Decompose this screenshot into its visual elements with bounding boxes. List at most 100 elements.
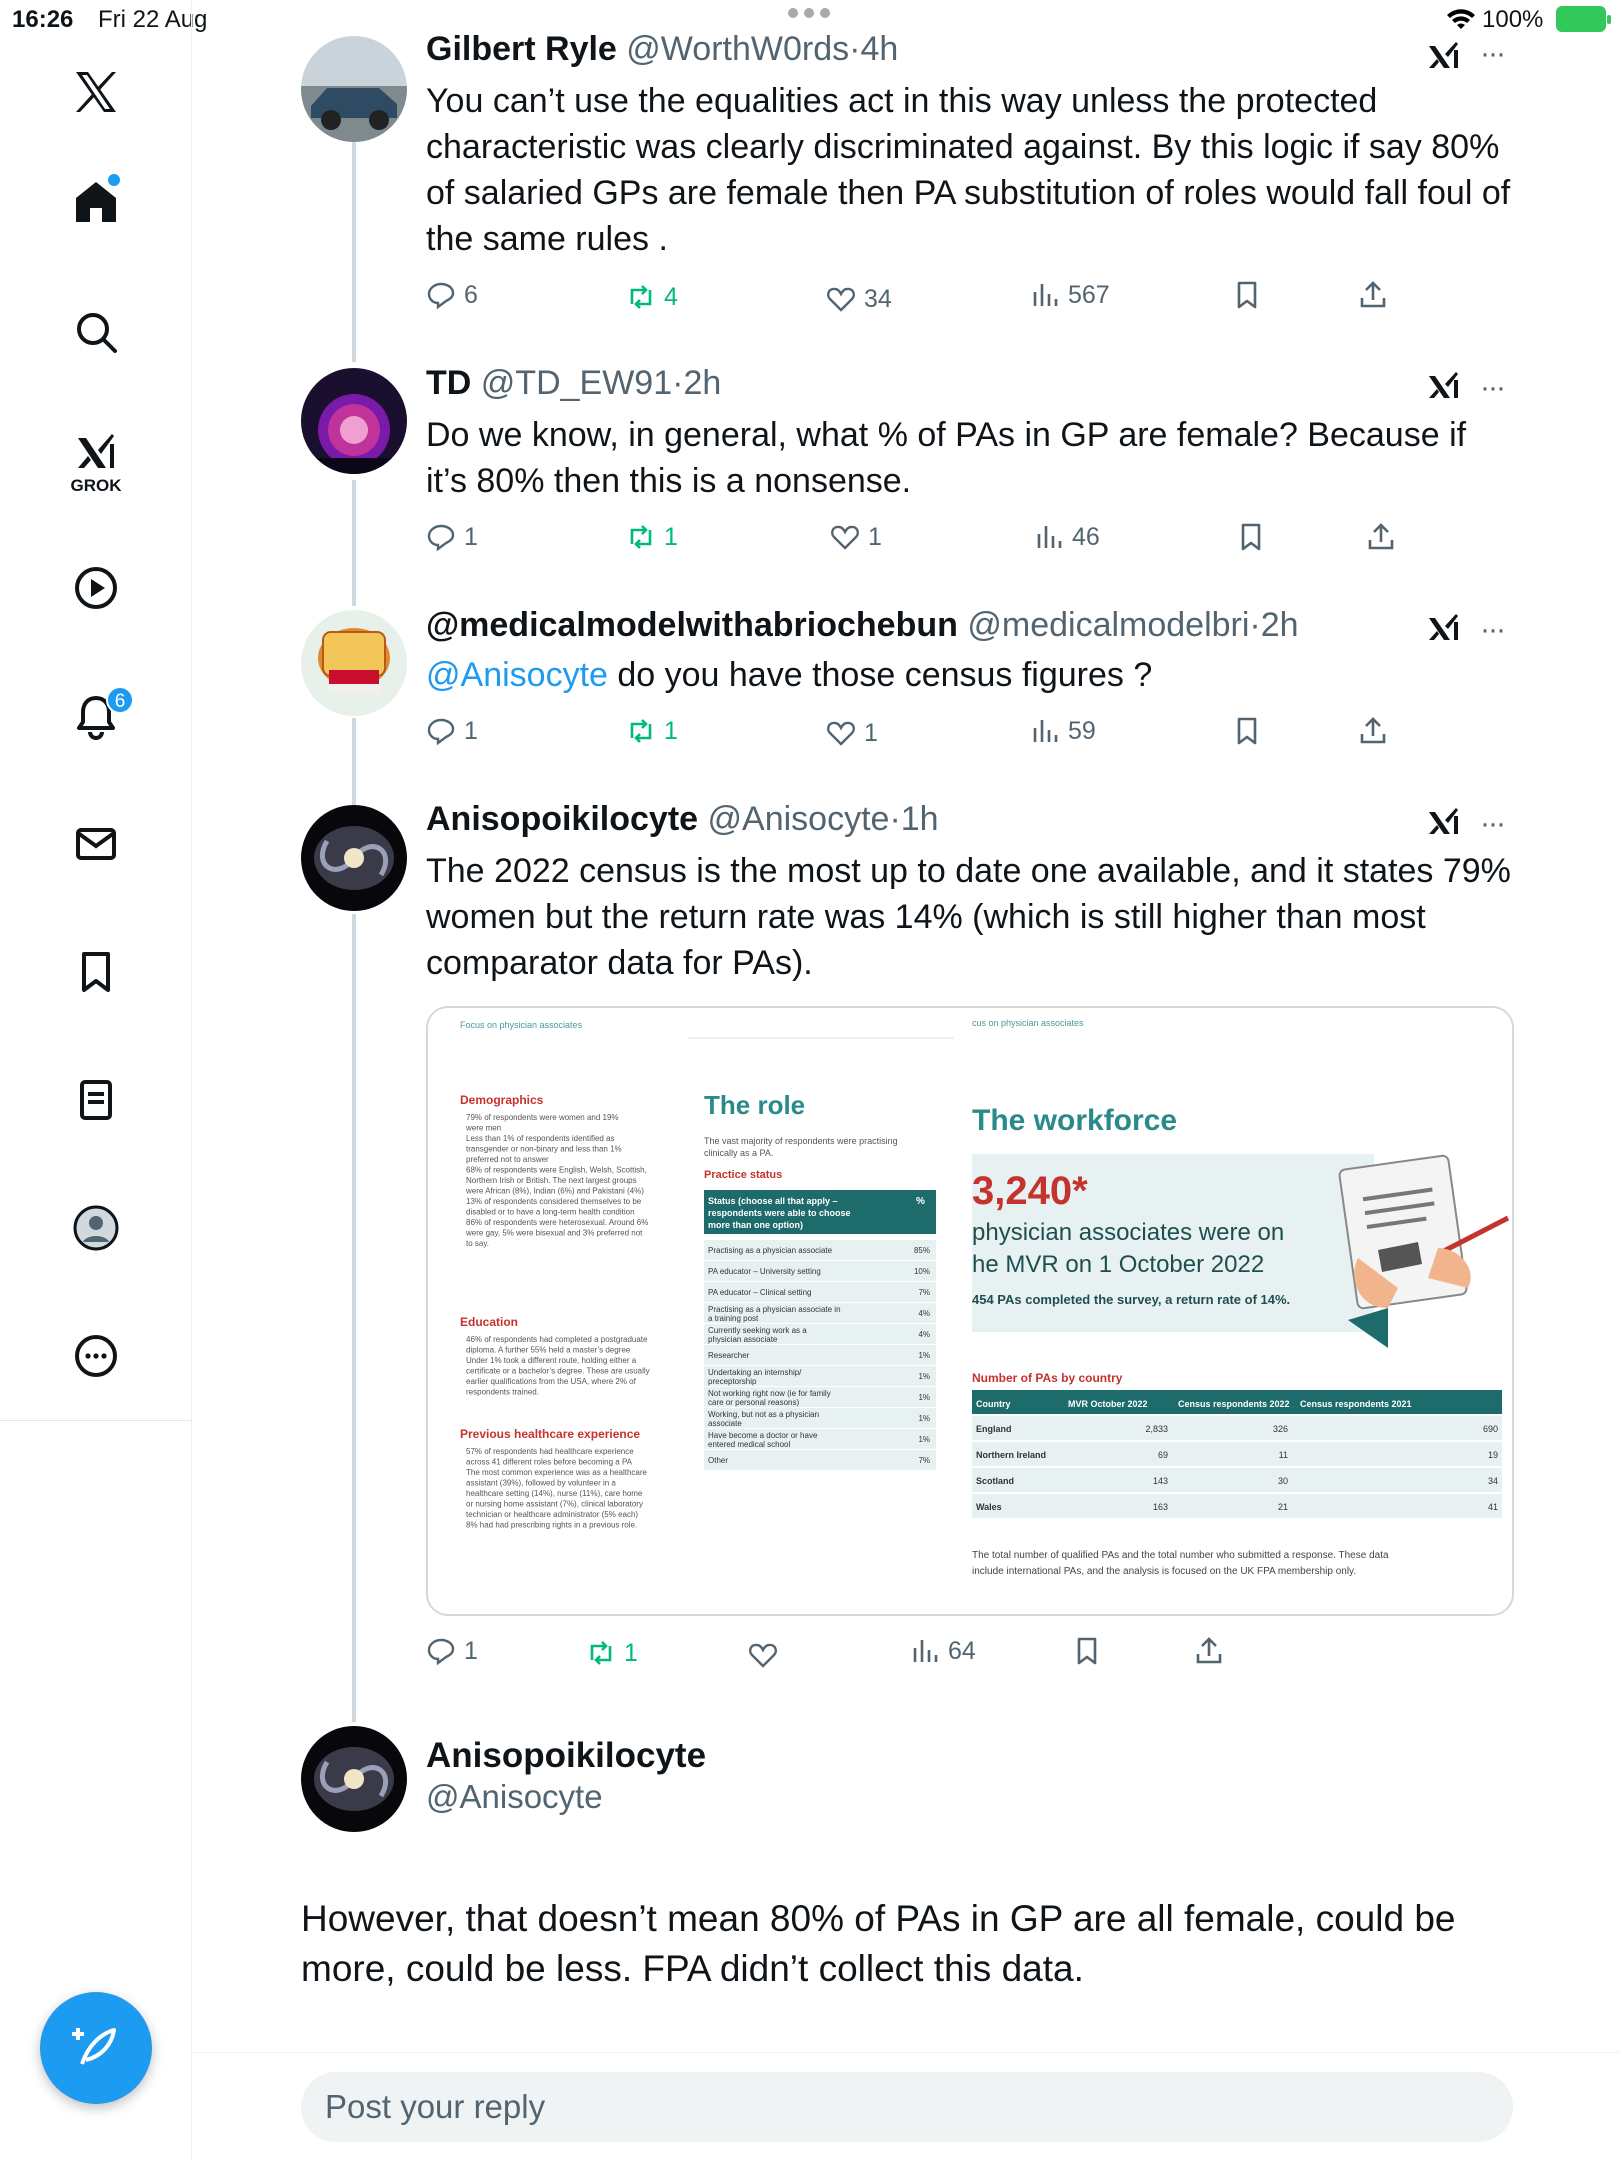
grok-explain-icon[interactable] bbox=[1426, 38, 1462, 74]
reply-divider bbox=[193, 2052, 1620, 2053]
more-icon[interactable] bbox=[64, 1324, 128, 1388]
country-row-bg bbox=[972, 1442, 1502, 1466]
reply-button[interactable]: 1 bbox=[426, 716, 478, 746]
share-button[interactable] bbox=[1194, 1636, 1224, 1666]
avatar[interactable] bbox=[301, 805, 407, 911]
more-options-icon[interactable]: ··· bbox=[1480, 615, 1506, 645]
country-cell: 143 bbox=[1153, 1476, 1168, 1486]
like-button[interactable]: 1 bbox=[830, 522, 882, 552]
post-time[interactable]: 4h bbox=[860, 30, 898, 68]
views-button[interactable]: 567 bbox=[1030, 280, 1110, 310]
more-options-icon[interactable]: ··· bbox=[1480, 373, 1506, 403]
role-sub-1: The vast majority of respondents were pr… bbox=[704, 1136, 898, 1146]
x-logo-icon[interactable] bbox=[64, 60, 128, 124]
share-button[interactable] bbox=[1358, 280, 1388, 310]
repost-count: 4 bbox=[664, 282, 678, 311]
bullet-line: preferred not to answer bbox=[466, 1155, 549, 1164]
attached-image[interactable]: Focus on physician associates Demographi… bbox=[426, 1006, 1514, 1616]
thread-line bbox=[352, 142, 356, 362]
author-name[interactable]: Gilbert Ryle bbox=[426, 30, 617, 68]
bullet-line: to say. bbox=[466, 1239, 489, 1248]
repost-button[interactable]: 1 bbox=[586, 1638, 638, 1668]
reply-count: 1 bbox=[464, 522, 478, 551]
repost-button[interactable]: 1 bbox=[626, 522, 678, 552]
post-time[interactable]: 2h bbox=[1261, 606, 1299, 644]
post-time[interactable]: 2h bbox=[683, 364, 721, 402]
bookmark-icon[interactable] bbox=[64, 940, 128, 1004]
author-name[interactable]: Anisopoikilocyte bbox=[426, 1736, 706, 1776]
country-head-cell: Country bbox=[976, 1399, 1011, 1409]
more-options-icon[interactable]: ··· bbox=[1480, 39, 1506, 69]
view-count: 46 bbox=[1072, 522, 1100, 551]
profile-icon[interactable] bbox=[64, 1196, 128, 1260]
views-button[interactable]: 64 bbox=[910, 1636, 976, 1666]
bullet-line: healthcare setting (14%), nurse (11%), c… bbox=[466, 1489, 643, 1498]
like-button[interactable] bbox=[748, 1640, 786, 1670]
share-icon bbox=[1368, 523, 1394, 550]
demographics-title: Demographics bbox=[460, 1093, 544, 1107]
author-name[interactable]: Anisopoikilocyte bbox=[426, 800, 698, 838]
views-button[interactable]: 46 bbox=[1034, 522, 1100, 552]
avatar[interactable] bbox=[301, 610, 407, 716]
grok-explain-icon[interactable] bbox=[1426, 804, 1462, 840]
repost-button[interactable]: 1 bbox=[626, 716, 678, 746]
mail-icon[interactable] bbox=[64, 812, 128, 876]
country-cell: 163 bbox=[1153, 1502, 1168, 1512]
country-cell: 2,833 bbox=[1145, 1424, 1168, 1434]
country-cell: 21 bbox=[1278, 1502, 1288, 1512]
like-count: 1 bbox=[868, 522, 882, 551]
multitask-dots[interactable] bbox=[788, 8, 834, 20]
status-row-value: 1% bbox=[918, 1372, 930, 1381]
author-handle[interactable]: @medicalmodelbri bbox=[967, 606, 1249, 644]
status-row-value: 4% bbox=[918, 1330, 930, 1339]
thread-line bbox=[352, 480, 356, 606]
author-name[interactable]: @medicalmodelwithabriochebun bbox=[426, 606, 958, 644]
grok-explain-icon[interactable] bbox=[1426, 610, 1462, 646]
grok-explain-icon[interactable] bbox=[1426, 368, 1462, 404]
workforce-line-3: 454 PAs completed the survey, a return r… bbox=[972, 1292, 1290, 1307]
lists-icon[interactable] bbox=[64, 1068, 128, 1132]
bookmark-button[interactable] bbox=[1236, 522, 1266, 552]
author-handle[interactable]: @Anisocyte bbox=[426, 1778, 603, 1816]
bookmark-button[interactable] bbox=[1232, 716, 1262, 746]
reply-button[interactable]: 6 bbox=[426, 280, 478, 310]
bullet-line: The most common experience was as a heal… bbox=[466, 1468, 648, 1477]
bullet-line: diploma. A further 55% held a master’s d… bbox=[466, 1346, 631, 1355]
bullet-line: 57% of respondents had healthcare experi… bbox=[466, 1447, 634, 1456]
avatar[interactable] bbox=[301, 1726, 407, 1832]
avatar[interactable] bbox=[301, 368, 407, 474]
repost-count: 1 bbox=[664, 716, 678, 745]
status-row-label: Other bbox=[708, 1456, 728, 1465]
notification-badge: 6 bbox=[106, 686, 134, 714]
thread-line bbox=[352, 718, 356, 808]
author-handle[interactable]: @WorthW0rds bbox=[626, 30, 849, 68]
status-row-label: Have become a doctor or have bbox=[708, 1431, 818, 1440]
mention-link[interactable]: @Anisocyte bbox=[426, 656, 608, 694]
search-icon[interactable] bbox=[64, 300, 128, 364]
post-time[interactable]: 1h bbox=[901, 800, 939, 838]
bookmark-button[interactable] bbox=[1072, 1636, 1102, 1666]
prev-experience-title: Previous healthcare experience bbox=[460, 1427, 640, 1441]
author-handle[interactable]: @TD_EW91 bbox=[481, 364, 672, 402]
bookmark-button[interactable] bbox=[1232, 280, 1262, 310]
country-row-bg bbox=[972, 1468, 1502, 1492]
video-icon[interactable] bbox=[64, 556, 128, 620]
more-options-icon[interactable]: ··· bbox=[1480, 809, 1506, 839]
avatar[interactable] bbox=[301, 36, 407, 142]
repost-button[interactable]: 4 bbox=[626, 282, 678, 312]
reply-button[interactable]: 1 bbox=[426, 522, 478, 552]
author-handle[interactable]: @Anisocyte bbox=[708, 800, 890, 838]
role-sub-2: clinically as a PA. bbox=[704, 1148, 773, 1158]
grok-icon[interactable] bbox=[64, 420, 128, 484]
compose-button[interactable] bbox=[40, 1992, 152, 2104]
share-button[interactable] bbox=[1358, 716, 1388, 746]
views-button[interactable]: 59 bbox=[1030, 716, 1096, 746]
like-button[interactable]: 34 bbox=[826, 284, 892, 314]
author-name[interactable]: TD bbox=[426, 364, 471, 402]
status-row-value: 7% bbox=[918, 1456, 930, 1465]
reply-input[interactable] bbox=[301, 2072, 1513, 2142]
status-pct-head: % bbox=[916, 1196, 925, 1207]
reply-button[interactable]: 1 bbox=[426, 1636, 478, 1666]
like-button[interactable]: 1 bbox=[826, 718, 878, 748]
share-button[interactable] bbox=[1366, 522, 1396, 552]
